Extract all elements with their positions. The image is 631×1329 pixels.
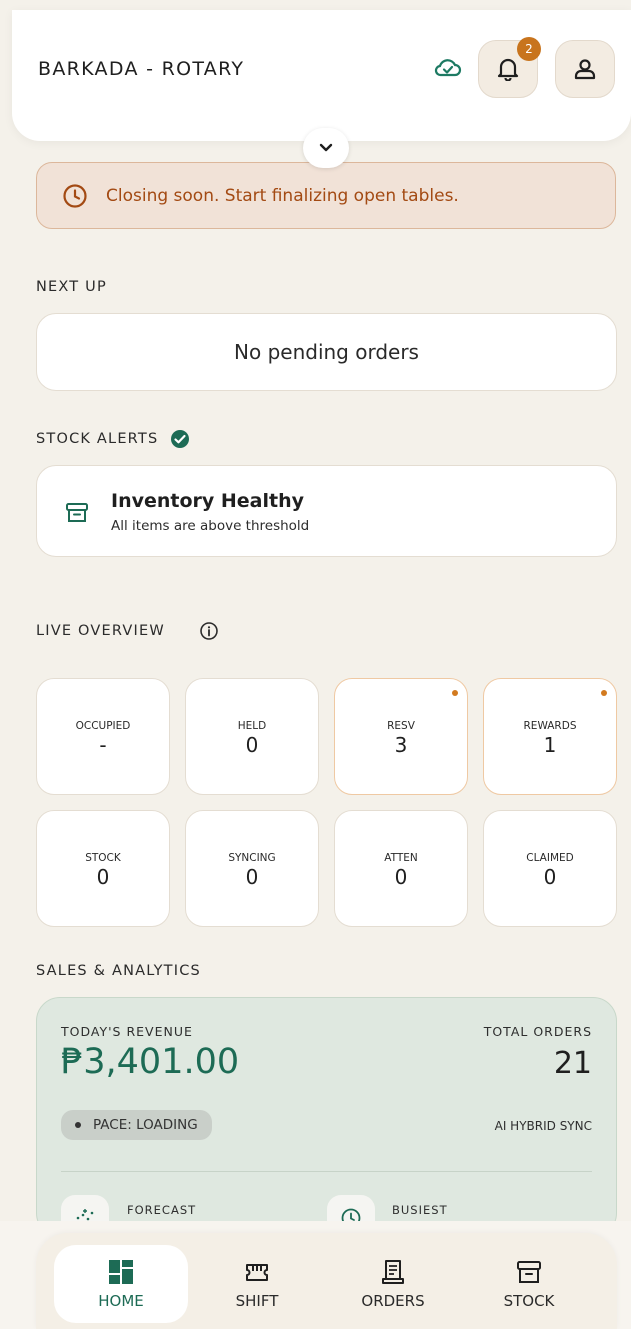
orders-label: TOTAL ORDERS: [483, 1024, 592, 1039]
alert-message: Closing soon. Start finalizing open tabl…: [106, 185, 459, 206]
info-icon[interactable]: [199, 621, 219, 641]
alert-dot: [452, 690, 458, 696]
nav-label: HOME: [98, 1291, 144, 1310]
profile-button[interactable]: [555, 40, 615, 98]
tile-stock[interactable]: STOCK 0: [36, 810, 170, 927]
tile-atten[interactable]: ATTEN 0: [334, 810, 468, 927]
nav-label: ORDERS: [361, 1291, 425, 1310]
archive-box-icon: [517, 1260, 541, 1283]
chevron-down-icon: [319, 143, 333, 152]
divider: [61, 1171, 592, 1172]
stock-alerts-label: STOCK ALERTS: [36, 431, 159, 447]
nav-stock[interactable]: STOCK: [462, 1245, 596, 1323]
app-title: BARKADA - ROTARY: [38, 58, 245, 80]
tile-value: 3: [394, 733, 408, 757]
tile-value: -: [99, 733, 107, 757]
tile-label: CLAIMED: [526, 852, 574, 864]
tile-claimed[interactable]: CLAIMED 0: [483, 810, 617, 927]
notifications-button[interactable]: 2: [478, 37, 541, 98]
nav-home[interactable]: HOME: [54, 1245, 188, 1323]
inventory-card[interactable]: Inventory Healthy All items are above th…: [36, 465, 617, 557]
nav-shift[interactable]: SHIFT: [190, 1245, 324, 1323]
tile-value: 0: [96, 865, 110, 889]
sales-heading: SALES & ANALYTICS: [36, 963, 201, 979]
inventory-subtitle: All items are above threshold: [111, 518, 310, 534]
tile-label: STOCK: [85, 852, 121, 864]
tile-label: HELD: [237, 720, 267, 732]
next-up-heading: NEXT UP: [36, 279, 107, 295]
no-pending-orders-text: No pending orders: [234, 340, 419, 364]
nav-label: SHIFT: [235, 1291, 279, 1310]
notification-badge: 2: [517, 37, 541, 61]
bell-icon: [497, 58, 519, 81]
receipt-icon: [382, 1259, 404, 1284]
tile-label: OCCUPIED: [75, 720, 131, 732]
tile-held[interactable]: HELD 0: [185, 678, 319, 795]
tile-value: 1: [543, 733, 557, 757]
nav-label: STOCK: [503, 1291, 555, 1310]
tile-value: 0: [245, 865, 259, 889]
tile-occupied[interactable]: OCCUPIED -: [36, 678, 170, 795]
revenue-label: TODAY'S REVENUE: [61, 1024, 193, 1039]
tile-value: 0: [245, 733, 259, 757]
archive-box-icon: [66, 503, 88, 522]
tile-label: SYNCING: [228, 852, 276, 864]
tile-label: ATTEN: [384, 852, 418, 864]
tile-rewards[interactable]: REWARDS 1: [483, 678, 617, 795]
sync-status: AI HYBRID SYNC: [494, 1119, 592, 1133]
sales-card: TODAY'S REVENUE ₱3,401.00 TOTAL ORDERS 2…: [36, 997, 617, 1237]
user-icon: [574, 59, 596, 80]
inventory-title: Inventory Healthy: [111, 490, 305, 512]
bottom-nav: HOME SHIFT ORDERS STOCK: [36, 1233, 617, 1329]
live-overview-heading: LIVE OVERVIEW: [36, 621, 219, 641]
pace-text: PACE: LOADING: [93, 1117, 198, 1133]
orders-value: 21: [553, 1046, 592, 1081]
tile-label: REWARDS: [523, 720, 577, 732]
dashboard-icon: [109, 1259, 133, 1284]
tile-value: 0: [394, 865, 408, 889]
next-up-card: No pending orders: [36, 313, 617, 391]
alert-dot: [601, 690, 607, 696]
tile-syncing[interactable]: SYNCING 0: [185, 810, 319, 927]
pace-pill: PACE: LOADING: [61, 1110, 212, 1140]
check-circle-icon: [171, 430, 190, 448]
nav-orders[interactable]: ORDERS: [326, 1245, 460, 1323]
busiest-label: BUSIEST: [392, 1203, 448, 1217]
collapse-header-button[interactable]: [303, 128, 349, 168]
forecast-label: FORECAST: [127, 1203, 197, 1217]
top-header: BARKADA - ROTARY 2: [12, 10, 631, 141]
tile-label: RESV: [387, 720, 415, 732]
tile-value: 0: [543, 865, 557, 889]
tile-resv[interactable]: RESV 3: [334, 678, 468, 795]
pace-dot: [75, 1122, 81, 1128]
clock-icon: [63, 183, 87, 208]
live-overview-label: LIVE OVERVIEW: [36, 623, 165, 639]
ticket-icon: [246, 1263, 268, 1281]
closing-alert: Closing soon. Start finalizing open tabl…: [36, 162, 616, 229]
stock-alerts-heading: STOCK ALERTS: [36, 429, 190, 449]
revenue-value: ₱3,401.00: [61, 1042, 240, 1082]
cloud-sync-icon[interactable]: [433, 56, 463, 80]
